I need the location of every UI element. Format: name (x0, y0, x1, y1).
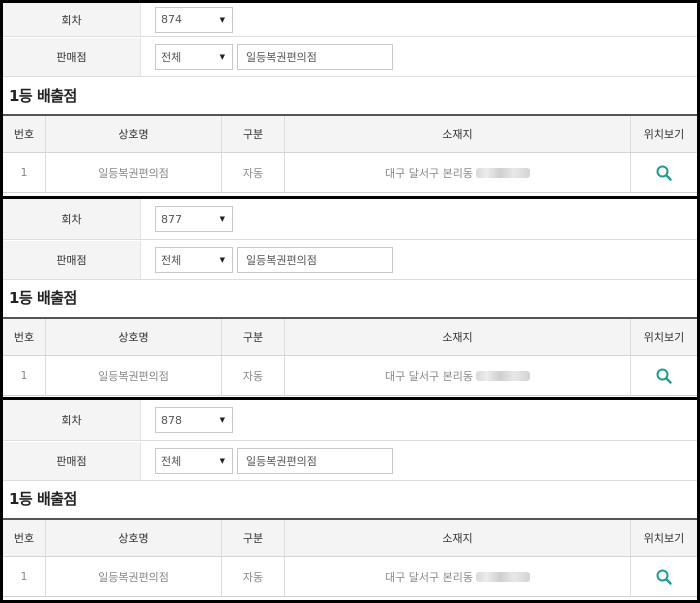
caret-down-icon: ▼ (219, 256, 225, 264)
store-row: 판매점 전체 ▼ 일등복권편의점 (3, 442, 697, 481)
store-select-value: 전체 (161, 455, 182, 468)
cell-number: 1 (3, 153, 46, 192)
cell-store-name: 일등복권편의점 (46, 153, 222, 192)
screenshot-frame: 회차 874 ▼ 판매점 전체 ▼ 일등복권편의점 1등 배출점 번호 상호명 … (0, 0, 700, 603)
cell-store-name: 일등복권편의점 (46, 557, 222, 596)
round-label: 회차 (3, 3, 141, 36)
col-location: 위치보기 (643, 128, 685, 141)
section-heading: 1등 배출점 (9, 289, 77, 307)
cell-address: 대구 달서구 본리동 (285, 557, 631, 596)
search-icon[interactable] (655, 367, 673, 385)
store-name-input[interactable]: 일등복권편의점 (237, 448, 393, 474)
address-text: 대구 달서구 본리동 (385, 166, 473, 180)
redacted-address-detail (475, 167, 530, 178)
lottery-section-878: 회차 878 ▼ 판매점 전체 ▼ 일등복권편의점 1등 배출점 번호 상호명 … (3, 400, 697, 600)
cell-address: 대구 달서구 본리동 (285, 153, 631, 192)
table-row: 1 일등복권편의점 자동 대구 달서구 본리동 (3, 153, 697, 193)
col-type: 구분 (222, 520, 285, 556)
caret-down-icon: ▼ (219, 215, 225, 223)
redacted-address-detail (475, 370, 530, 381)
winner-table: 번호 상호명 구분 소재지 위치보기 1 일등복권편의점 자동 대구 달서구 본… (3, 518, 697, 597)
col-location: 위치보기 (643, 331, 685, 344)
store-label: 판매점 (3, 38, 141, 76)
search-icon[interactable] (655, 164, 673, 182)
store-label: 판매점 (3, 241, 141, 279)
round-select-value: 874 (161, 13, 182, 26)
caret-down-icon: ▼ (219, 15, 225, 24)
caret-down-icon: ▼ (219, 416, 225, 424)
address-text: 대구 달서구 본리동 (385, 369, 473, 383)
table-row: 1 일등복권편의점 자동 대구 달서구 본리동 (3, 557, 697, 597)
col-address: 소재지 (285, 520, 631, 556)
store-row: 판매점 전체 ▼ 일등복권편의점 (3, 38, 697, 77)
store-label: 판매점 (3, 442, 141, 480)
round-select-value: 877 (161, 212, 182, 226)
round-row: 회차 878 ▼ (3, 400, 697, 441)
round-select[interactable]: 874 ▼ (155, 6, 233, 33)
col-address: 소재지 (285, 116, 631, 152)
winner-table: 번호 상호명 구분 소재지 위치보기 1 일등복권편의점 자동 대구 달서구 본… (3, 317, 697, 396)
cell-store-name: 일등복권편의점 (46, 356, 222, 395)
col-type: 구분 (222, 319, 285, 355)
address-text: 대구 달서구 본리동 (385, 570, 473, 584)
cell-address: 대구 달서구 본리동 (285, 356, 631, 395)
table-header: 번호 상호명 구분 소재지 위치보기 (3, 317, 697, 356)
col-location: 위치보기 (643, 532, 685, 545)
store-select[interactable]: 전체 ▼ (155, 247, 233, 273)
store-row: 판매점 전체 ▼ 일등복권편의점 (3, 241, 697, 280)
search-icon[interactable] (655, 568, 673, 586)
col-number: 번호 (3, 319, 46, 355)
round-select[interactable]: 877 ▼ (155, 206, 233, 232)
table-row: 1 일등복권편의점 자동 대구 달서구 본리동 (3, 356, 697, 396)
section-heading: 1등 배출점 (9, 490, 77, 508)
round-select[interactable]: 878 ▼ (155, 407, 233, 433)
col-number: 번호 (3, 520, 46, 556)
col-store-name: 상호명 (46, 319, 222, 355)
store-name-input[interactable]: 일등복권편의점 (237, 247, 393, 273)
store-select[interactable]: 전체 ▼ (155, 44, 233, 70)
col-store-name: 상호명 (46, 116, 222, 152)
cell-type: 자동 (222, 356, 285, 395)
round-row: 회차 877 ▼ (3, 199, 697, 240)
store-select[interactable]: 전체 ▼ (155, 448, 233, 474)
cell-type: 자동 (222, 557, 285, 596)
col-type: 구분 (222, 116, 285, 152)
col-number: 번호 (3, 116, 46, 152)
caret-down-icon: ▼ (219, 53, 225, 61)
cell-type: 자동 (222, 153, 285, 192)
col-store-name: 상호명 (46, 520, 222, 556)
cell-number: 1 (3, 356, 46, 395)
caret-down-icon: ▼ (219, 457, 225, 465)
lottery-section-877: 회차 877 ▼ 판매점 전체 ▼ 일등복권편의점 1등 배출점 번호 상호명 … (3, 199, 697, 397)
round-select-value: 878 (161, 413, 182, 427)
table-header: 번호 상호명 구분 소재지 위치보기 (3, 114, 697, 153)
section-heading: 1등 배출점 (9, 87, 77, 105)
store-select-value: 전체 (161, 254, 182, 267)
lottery-section-874: 회차 874 ▼ 판매점 전체 ▼ 일등복권편의점 1등 배출점 번호 상호명 … (3, 3, 697, 196)
store-select-value: 전체 (161, 51, 182, 64)
round-label: 회차 (3, 400, 141, 440)
store-name-input[interactable]: 일등복권편의점 (237, 44, 393, 70)
winner-table: 번호 상호명 구분 소재지 위치보기 1 일등복권편의점 자동 대구 달서구 본… (3, 114, 697, 193)
cell-number: 1 (3, 557, 46, 596)
redacted-address-detail (475, 571, 530, 582)
col-address: 소재지 (285, 319, 631, 355)
table-header: 번호 상호명 구분 소재지 위치보기 (3, 518, 697, 557)
round-row: 회차 874 ▼ (3, 3, 697, 37)
round-label: 회차 (3, 199, 141, 239)
